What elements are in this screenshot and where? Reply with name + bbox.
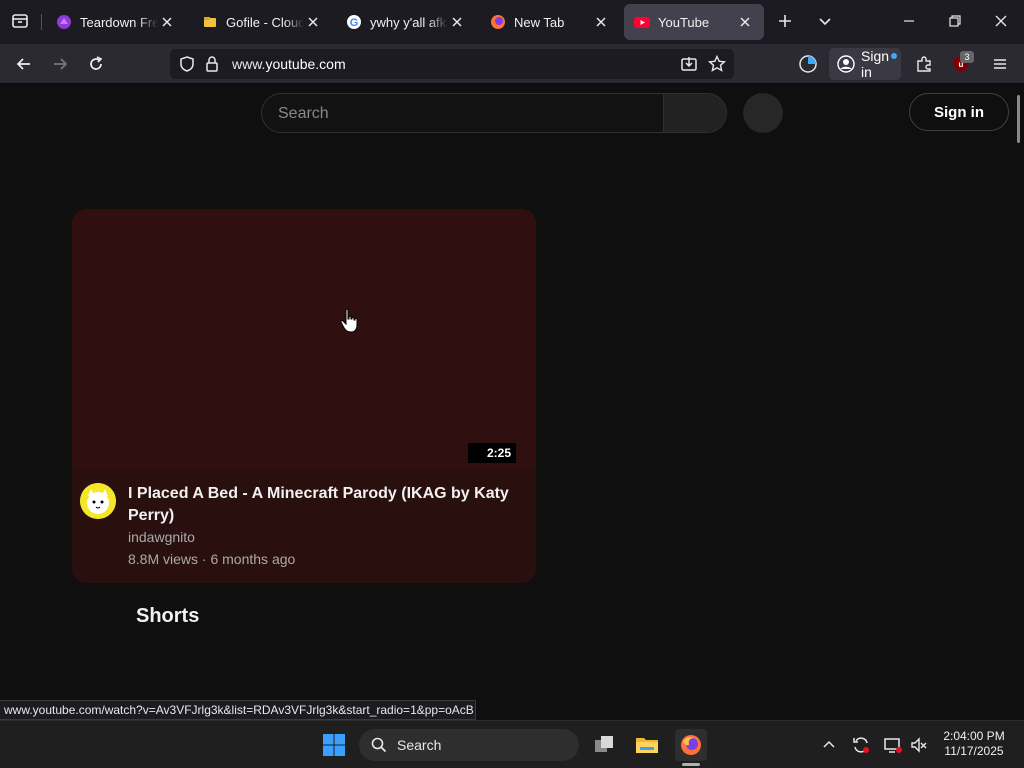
hamburger-menu-icon[interactable] — [986, 50, 1014, 78]
tab-google[interactable]: G ywhy y'all afk - G — [336, 4, 476, 40]
close-tab-icon[interactable] — [448, 13, 466, 31]
url-text[interactable]: www.youtube.com — [232, 56, 346, 72]
url-bar[interactable]: www.youtube.com — [170, 49, 734, 79]
tab-youtube[interactable]: YouTube — [624, 4, 764, 40]
notification-dot — [891, 53, 897, 59]
forward-arrow-icon[interactable] — [46, 50, 74, 78]
link-status-bar: www.youtube.com/watch?v=Av3VFJrlg3k&list… — [0, 700, 476, 720]
file-explorer-icon[interactable] — [631, 729, 663, 761]
sync-status-icon[interactable] — [794, 50, 822, 78]
bookmark-star-icon[interactable] — [707, 54, 727, 73]
gofile-favicon-icon — [202, 14, 218, 30]
youtube-signin-label: Sign in — [934, 103, 984, 121]
active-app-indicator — [682, 763, 700, 766]
lock-icon[interactable] — [204, 55, 220, 73]
youtube-search-input[interactable]: Search — [261, 93, 663, 133]
windows-start-icon[interactable] — [318, 729, 350, 761]
youtube-signin-button[interactable]: Sign in — [909, 93, 1009, 131]
tab-title: Gofile - Cloud St — [226, 14, 304, 30]
speaker-muted-icon[interactable] — [908, 734, 930, 756]
channel-name-link[interactable]: indawgnito — [128, 529, 195, 545]
taskbar-search-label: Search — [397, 737, 442, 753]
tab-title: ywhy y'all afk - G — [370, 14, 448, 30]
close-tab-icon[interactable] — [304, 13, 322, 31]
page-scrollbar[interactable] — [1017, 95, 1020, 143]
clock-time: 2:04:00 PM — [943, 729, 1005, 743]
video-duration-badge: 2:25 — [468, 443, 516, 463]
account-signin-button[interactable]: Sign in — [829, 48, 901, 80]
navigation-toolbar: www.youtube.com Sign in u 3 — [0, 44, 1024, 84]
svg-text:G: G — [350, 17, 359, 29]
tab-title: New Tab — [514, 14, 565, 30]
tab-gofile[interactable]: Gofile - Cloud St — [192, 4, 332, 40]
tab-strip: Teardown Free D Gofile - Cloud St G ywhy… — [0, 0, 1024, 44]
extension-badge-count: 3 — [960, 51, 974, 63]
voice-search-button[interactable] — [743, 93, 783, 133]
url-domain: youtube.com — [265, 56, 346, 72]
taskbar-search-box[interactable]: Search — [359, 729, 579, 761]
video-thumbnail[interactable] — [72, 209, 536, 470]
firefox-favicon-icon — [490, 14, 506, 30]
firefox-taskbar-icon[interactable] — [675, 729, 707, 761]
shorts-section-heading: Shorts — [136, 605, 200, 627]
url-host-prefix: www. — [232, 56, 266, 72]
tab-title: YouTube — [658, 14, 710, 30]
youtube-search-button[interactable] — [663, 93, 727, 133]
sync-tray-icon[interactable] — [850, 734, 872, 756]
screen: Teardown Free D Gofile - Cloud St G ywhy… — [0, 0, 1024, 768]
close-tab-icon[interactable] — [736, 13, 754, 31]
youtube-page: Search Sign in 2:25 I Placed A Bed - A M… — [0, 85, 1024, 718]
windows-taskbar: Search 2:04:00 PM 11/17/2025 — [0, 720, 1024, 768]
teardown-favicon-icon — [56, 14, 72, 30]
google-favicon-icon: G — [346, 14, 362, 30]
tab-title: Teardown Free D — [80, 14, 158, 30]
channel-avatar[interactable] — [80, 483, 116, 519]
back-arrow-icon[interactable] — [10, 50, 38, 78]
account-icon — [837, 55, 855, 73]
task-view-icon[interactable] — [588, 729, 620, 761]
tab-teardown[interactable]: Teardown Free D — [46, 4, 186, 40]
list-all-tabs-chevron-down-icon[interactable] — [811, 7, 839, 35]
reload-icon[interactable] — [82, 50, 110, 78]
system-clock[interactable]: 2:04:00 PM 11/17/2025 — [934, 729, 1014, 759]
minimize-icon[interactable] — [895, 7, 923, 35]
video-metadata: 8.8M views · 6 months ago — [128, 551, 296, 567]
new-tab-plus-icon[interactable] — [771, 7, 799, 35]
hand-cursor-icon — [340, 308, 358, 333]
close-window-icon[interactable] — [987, 7, 1015, 35]
show-hidden-icons-chevron-up-icon[interactable] — [818, 734, 840, 756]
tab-divider — [41, 14, 42, 30]
close-tab-icon[interactable] — [592, 13, 610, 31]
youtube-favicon-icon — [634, 14, 650, 30]
shield-icon[interactable] — [178, 55, 196, 73]
search-placeholder: Search — [278, 105, 329, 122]
restore-window-icon[interactable] — [941, 7, 969, 35]
search-icon — [371, 737, 387, 753]
install-page-icon[interactable] — [680, 55, 698, 73]
display-tray-icon[interactable] — [882, 734, 904, 756]
clock-date: 11/17/2025 — [944, 744, 1004, 758]
extensions-puzzle-icon[interactable] — [910, 50, 938, 78]
firefox-view-icon[interactable] — [6, 7, 34, 35]
tab-new-tab[interactable]: New Tab — [480, 4, 620, 40]
close-tab-icon[interactable] — [158, 13, 176, 31]
video-title-link[interactable]: I Placed A Bed - A Minecraft Parody (IKA… — [128, 483, 518, 527]
